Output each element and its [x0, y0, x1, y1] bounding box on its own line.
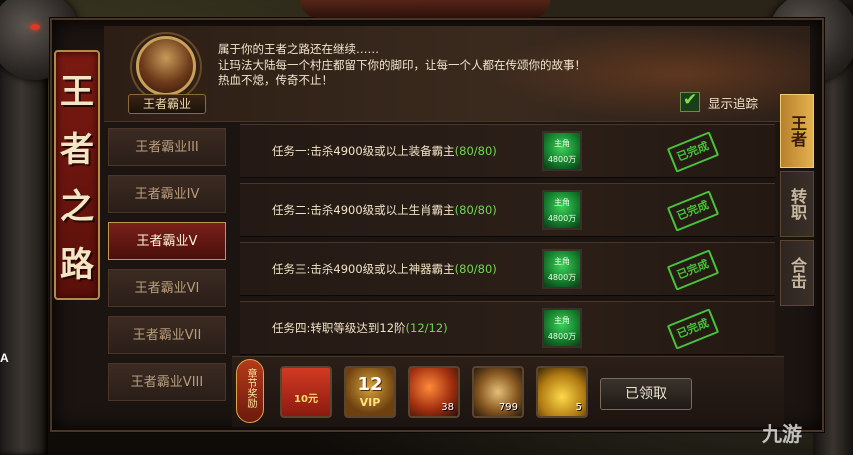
- item-text: 10元: [294, 394, 318, 405]
- task-row: 任务三:击杀4900级或以上神器霸主(80/80) 主角 4800万 已完成: [240, 242, 775, 296]
- tab-combo[interactable]: 合击: [780, 240, 814, 306]
- exp-reward-icon[interactable]: 主角 4800万: [542, 190, 582, 230]
- task-list: 任务一:击杀4900级或以上装备霸主(80/80) 主角 4800万 已完成 任务…: [240, 124, 775, 360]
- reward-name: 主角: [554, 198, 570, 207]
- level-list: 王者霸业III 王者霸业IV 王者霸业V 王者霸业VI 王者霸业VII 王者霸业…: [108, 128, 230, 410]
- gold-ingot-icon[interactable]: 5: [536, 366, 588, 418]
- vip-text: VIP: [359, 396, 381, 409]
- side-tabs: 王者 转职 合击: [780, 94, 814, 309]
- exp-reward-icon[interactable]: 主角 4800万: [542, 308, 582, 348]
- level-item[interactable]: 王者霸业VII: [108, 316, 226, 354]
- exp-reward-icon[interactable]: 主角 4800万: [542, 131, 582, 171]
- title-char: 路: [60, 244, 94, 285]
- task-row: 任务一:击杀4900级或以上装备霸主(80/80) 主角 4800万 已完成: [240, 124, 775, 178]
- completed-stamp: 已完成: [666, 131, 720, 173]
- vip-badge-icon[interactable]: 12 VIP: [344, 366, 396, 418]
- reward-name: 主角: [554, 139, 570, 148]
- reward-amount: 4800万: [547, 214, 577, 223]
- level-item[interactable]: 王者霸业III: [108, 128, 226, 166]
- red-packet-icon[interactable]: 10元: [280, 366, 332, 418]
- chapter-reward-badge: 章节奖励: [236, 359, 264, 423]
- tracking-label: 显示追踪: [708, 95, 759, 111]
- tab-transfer[interactable]: 转职: [780, 171, 814, 237]
- completed-stamp: 已完成: [666, 249, 720, 291]
- key-hint-a: A: [0, 351, 9, 365]
- reward-amount: 4800万: [547, 332, 577, 341]
- reward-amount: 4800万: [547, 155, 577, 164]
- completed-stamp: 已完成: [666, 190, 720, 232]
- story-line: 让玛法大陆每一个村庄都留下你的脚印，让每一个人都在传颂你的故事！: [218, 57, 586, 72]
- task-description: 任务一:击杀4900级或以上装备霸主: [272, 144, 455, 158]
- claimed-button[interactable]: 已领取: [600, 378, 692, 410]
- story-line: 热血不熄，传奇不止！: [218, 73, 333, 87]
- story-line: 属于你的王者之路还在继续……: [218, 42, 379, 56]
- task-description: 任务四:转职等级达到12阶: [272, 321, 406, 335]
- task-progress: (80/80): [454, 203, 497, 217]
- reward-amount: 4800万: [547, 273, 577, 282]
- avatar-label: 王者霸业: [128, 94, 206, 114]
- vip-number: 12: [357, 374, 383, 395]
- tab-label: 转职: [788, 188, 807, 220]
- completed-stamp: 已完成: [666, 308, 720, 350]
- reward-name: 主角: [554, 257, 570, 266]
- title-char: 之: [60, 187, 94, 228]
- task-description: 任务二:击杀4900级或以上生肖霸主: [272, 203, 455, 217]
- tab-label: 王者: [788, 115, 807, 147]
- story-text: 属于你的王者之路还在继续…… 让玛法大陆每一个村庄都留下你的脚印，让每一个人都在…: [218, 42, 586, 89]
- level-item-selected[interactable]: 王者霸业V: [108, 222, 226, 260]
- task-row: 任务二:击杀4900级或以上生肖霸主(80/80) 主角 4800万 已完成: [240, 183, 775, 237]
- tab-king[interactable]: 王者: [780, 94, 814, 168]
- ginseng-herb-icon[interactable]: 799: [472, 366, 524, 418]
- item-count: 38: [441, 402, 454, 413]
- title-char: 王: [60, 72, 94, 113]
- item-count: 799: [498, 402, 518, 413]
- crystal-gem-icon[interactable]: 38: [408, 366, 460, 418]
- title-banner: 王 者 之 路: [54, 50, 100, 300]
- warrior-portrait-icon: [136, 36, 196, 96]
- level-item[interactable]: 王者霸业VI: [108, 269, 226, 307]
- reward-name: 主角: [554, 316, 570, 325]
- tracking-checkbox[interactable]: [680, 90, 700, 112]
- task-progress: (80/80): [454, 144, 497, 158]
- title-char: 者: [60, 129, 94, 170]
- task-progress: (80/80): [454, 262, 497, 276]
- task-description: 任务三:击杀4900级或以上神器霸主: [272, 262, 455, 276]
- show-tracking-toggle[interactable]: 显示追踪: [680, 90, 759, 112]
- item-count: 5: [575, 402, 582, 413]
- task-progress: (12/12): [405, 321, 448, 335]
- task-row: 任务四:转职等级达到12阶(12/12) 主角 4800万 已完成: [240, 301, 775, 355]
- exp-reward-icon[interactable]: 主角 4800万: [542, 249, 582, 289]
- panel-top-ornament: [300, 0, 550, 18]
- level-item[interactable]: 王者霸业IV: [108, 175, 226, 213]
- tab-label: 合击: [788, 257, 807, 289]
- watermark-logo: 九游: [762, 424, 802, 446]
- level-item[interactable]: 王者霸业VIII: [108, 363, 226, 401]
